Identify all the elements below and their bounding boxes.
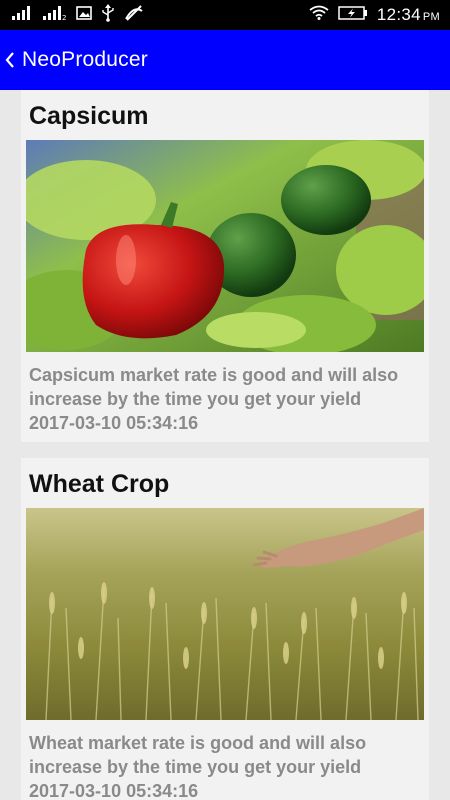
news-feed[interactable]: Capsicum Capsicum market rate is good an… xyxy=(0,90,450,800)
card-description: Wheat market rate is good and will also … xyxy=(29,733,367,777)
app-title[interactable]: NeoProducer xyxy=(22,48,148,72)
wifi-icon xyxy=(309,5,329,25)
signal-1-icon xyxy=(12,5,34,25)
image-icon xyxy=(76,5,92,25)
card-description: Capsicum market rate is good and will al… xyxy=(29,365,399,409)
no-signal-icon xyxy=(124,4,144,26)
signal-2-icon: 2 xyxy=(43,5,67,25)
battery-charging-icon xyxy=(338,5,368,26)
status-icons-left: 2 xyxy=(12,3,144,27)
feed-card[interactable]: Capsicum Capsicum market rate is good an… xyxy=(21,90,429,442)
card-title: Capsicum xyxy=(29,102,149,130)
card-date: 2017-03-10 05:34:16 xyxy=(29,781,199,800)
clock: 12:34 PM xyxy=(376,5,440,24)
feed-card[interactable]: Wheat Crop Wheat market rate is good and… xyxy=(21,458,429,800)
app-bar: NeoProducer xyxy=(0,30,450,90)
card-date: 2017-03-10 05:34:16 xyxy=(29,413,199,433)
wheat-crop-photo xyxy=(26,508,424,720)
status-icons-right: 12:34 PM xyxy=(309,5,440,26)
chevron-left-icon[interactable] xyxy=(4,50,18,70)
capsicum-photo xyxy=(26,140,424,352)
status-bar: 2 12:34 PM xyxy=(0,0,450,30)
card-title: Wheat Crop xyxy=(29,470,170,498)
svg-text:2: 2 xyxy=(62,14,66,20)
usb-icon xyxy=(101,3,115,27)
